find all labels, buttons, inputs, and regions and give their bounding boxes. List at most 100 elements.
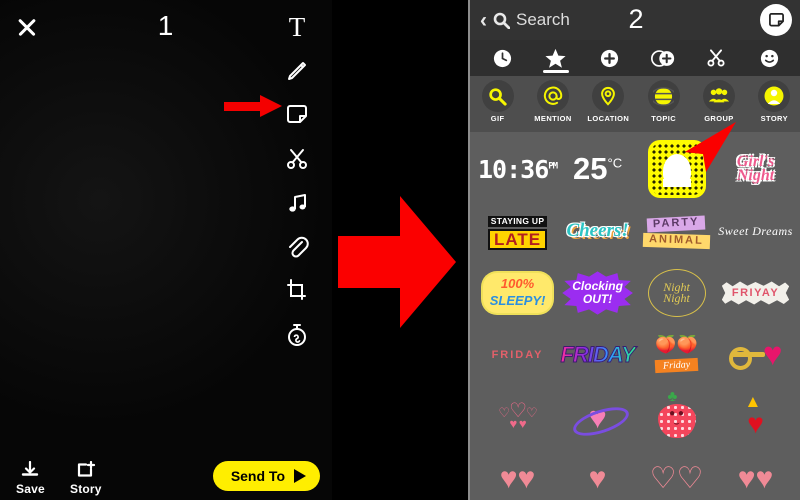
sticker-time[interactable]: 10:36PM xyxy=(478,138,558,200)
circles-plus-icon xyxy=(650,49,674,67)
sticker-hearts-row[interactable]: ♥♥ xyxy=(478,448,557,500)
category-mention[interactable]: MENTION xyxy=(528,80,578,123)
tab-cutouts[interactable] xyxy=(699,43,733,73)
globe-icon xyxy=(647,80,680,112)
stayup-line2: LATE xyxy=(487,229,548,250)
temp-value: 25 xyxy=(573,151,608,186)
sticker-category-row: GIF MENTION LOCATION TOPIC GROUP STORY xyxy=(470,76,800,172)
text-tool-button[interactable]: T xyxy=(282,12,312,42)
time-value: 10:36 xyxy=(478,154,549,184)
time-suffix: PM xyxy=(548,161,558,172)
sticker-peach-friday[interactable]: 🍑🍑 Friday xyxy=(638,324,715,386)
annotation-arrow-location xyxy=(676,120,742,186)
at-sign-icon xyxy=(536,80,569,112)
magnifier-icon xyxy=(481,80,514,112)
sticker-party-animal[interactable]: PARTY ANIMAL xyxy=(638,200,715,262)
category-location[interactable]: LOCATION xyxy=(583,80,633,123)
tab-emoji[interactable] xyxy=(752,43,786,73)
category-gif[interactable]: GIF xyxy=(473,80,523,123)
story-label: Story xyxy=(70,482,102,496)
sticker-tool-button[interactable] xyxy=(282,100,312,130)
send-to-label: Send To xyxy=(230,468,285,484)
smiley-icon xyxy=(760,49,778,67)
peach-icon: 🍑🍑 xyxy=(655,335,698,354)
sticker-clocking-out[interactable]: Clocking OUT! xyxy=(559,262,636,324)
sticker-hearts-cluster[interactable]: ♡♡♡ ♥ ♥ xyxy=(478,386,557,448)
sticker-flaming-heart[interactable]: ▲ ♥ xyxy=(717,386,794,448)
category-label: TOPIC xyxy=(651,114,677,123)
star-icon xyxy=(545,48,567,68)
friday-graffiti-text: FRIDAY xyxy=(560,342,636,368)
sticker-friday-graffiti[interactable]: FRIDAY xyxy=(559,324,636,386)
category-label: LOCATION xyxy=(587,114,630,123)
sticker-note-icon xyxy=(287,105,307,123)
hearts-icon: ♥ xyxy=(588,462,607,495)
sticker-sweet-dreams[interactable]: Sweet Dreams xyxy=(717,200,794,262)
draw-tool-button[interactable] xyxy=(282,56,312,86)
send-to-button[interactable]: Send To xyxy=(212,461,320,491)
scissors-icon xyxy=(287,149,307,169)
tab-favorites[interactable] xyxy=(539,43,573,73)
sticker-hearts-row[interactable]: ♡♡ xyxy=(638,448,715,500)
category-story[interactable]: STORY xyxy=(749,80,799,123)
timer-tool-button[interactable] xyxy=(282,320,312,350)
orbit-heart-icon: ♥ xyxy=(569,397,632,442)
step-number-2: 2 xyxy=(628,4,644,34)
sticker-staying-up-late[interactable]: STAYING UP LATE xyxy=(478,200,557,262)
group-people-icon xyxy=(702,80,735,112)
sleepy-line2: SLEEPY! xyxy=(489,293,546,308)
download-icon xyxy=(22,461,39,476)
heart-key-icon: ♥ xyxy=(728,335,783,375)
sticker-grid: 10:36PM 25°C Girl's Night STAYING UP LAT… xyxy=(470,132,800,500)
sticker-friyay[interactable]: FRIYAY xyxy=(717,262,794,324)
plus-circle-icon xyxy=(600,49,618,67)
paperclip-icon xyxy=(289,236,309,258)
tab-bitmoji[interactable] xyxy=(646,43,680,73)
category-label: STORY xyxy=(760,114,789,123)
party-line1: PARTY xyxy=(646,215,707,233)
save-label: Save xyxy=(16,482,45,496)
friyay-text: FRIYAY xyxy=(721,281,790,305)
person-circle-icon xyxy=(758,80,791,112)
sticker-orbit-heart[interactable]: ♥ xyxy=(559,386,636,448)
scissors-icon xyxy=(707,49,725,67)
strawberry-icon: ♣ ● ● ⌣ xyxy=(657,389,697,438)
sticker-picker-panel: ‹ Search 2 GIF MENTION LOCATION TOPIC GR… xyxy=(468,0,800,500)
sticker-heart-key[interactable]: ♥ xyxy=(717,324,794,386)
temp-unit: °C xyxy=(607,155,623,171)
sticker-sleepy[interactable]: 100% SLEEPY! xyxy=(478,262,557,324)
category-label: MENTION xyxy=(534,114,572,123)
sticker-friday-dotted[interactable]: FRIDAY xyxy=(478,324,557,386)
sticker-cheers[interactable]: Cheers! xyxy=(559,200,636,262)
send-arrow-icon xyxy=(294,469,306,483)
music-tool-button[interactable] xyxy=(282,188,312,218)
sticker-hearts-row[interactable]: ♥♥ xyxy=(717,448,794,500)
sticker-night-night[interactable]: Night Night xyxy=(638,262,715,324)
sticker-tab-bar xyxy=(470,40,800,76)
screenshot-stage: 1 T Save Story Send To ‹ Search 2 GIF ME… xyxy=(0,0,800,500)
transition-arrow xyxy=(338,188,460,336)
tab-create[interactable] xyxy=(592,43,626,73)
story-button[interactable]: Story xyxy=(70,461,102,496)
clockout-line2: OUT! xyxy=(582,292,613,306)
save-button[interactable]: Save xyxy=(16,461,45,496)
sticker-hearts-row[interactable]: ♥ xyxy=(559,448,636,500)
crop-icon xyxy=(287,279,306,300)
hearts-icon: ♡♡ xyxy=(649,462,704,495)
pencil-icon xyxy=(288,62,306,80)
crop-tool-button[interactable] xyxy=(282,276,312,306)
link-tool-button[interactable] xyxy=(282,232,312,262)
category-group[interactable]: GROUP xyxy=(694,80,744,123)
hearts-icon: ♥♥ xyxy=(737,462,774,495)
tab-recent[interactable] xyxy=(486,43,520,73)
editor-bottom-bar: Save Story Send To xyxy=(0,444,332,500)
sticker-panel-button[interactable] xyxy=(760,4,792,36)
category-label: GIF xyxy=(490,114,505,123)
cutout-tool-button[interactable] xyxy=(282,144,312,174)
sticker-strawberry[interactable]: ♣ ● ● ⌣ xyxy=(638,386,715,448)
music-note-icon xyxy=(289,194,306,212)
hearts-icon: ♥♥ xyxy=(499,462,536,495)
clock-icon xyxy=(494,49,512,67)
sticker-temperature[interactable]: 25°C xyxy=(559,138,636,200)
category-topic[interactable]: TOPIC xyxy=(639,80,689,123)
